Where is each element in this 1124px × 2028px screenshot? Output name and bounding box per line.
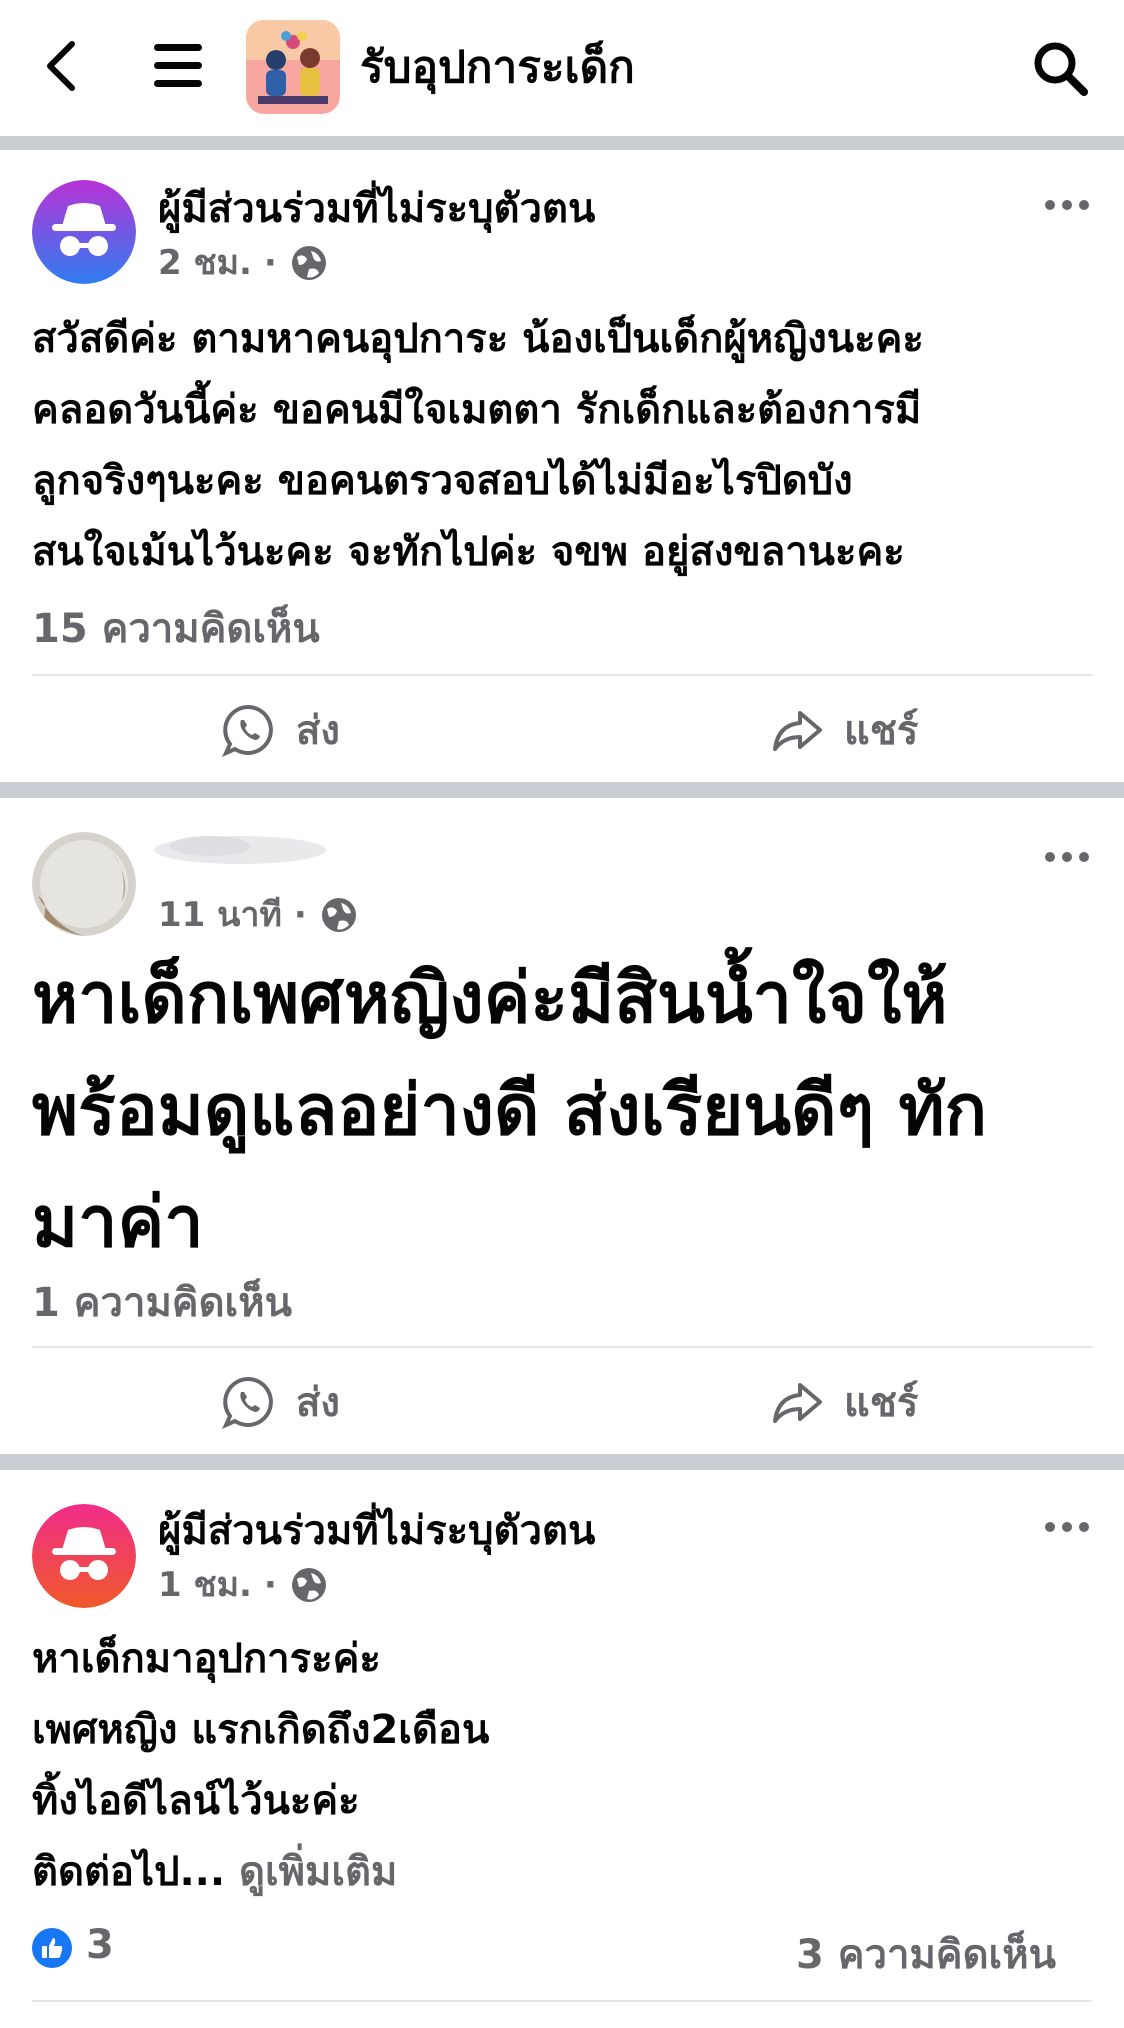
share-arrow-icon [773,711,822,751]
more-options-icon[interactable] [1044,850,1090,864]
globe-icon [291,1568,326,1602]
blurred-author-name[interactable] [150,828,330,872]
meta-separator: · [293,895,307,935]
comments-count[interactable]: 15 ความคิดเห็น [32,596,320,660]
meta-separator: · [263,1565,277,1605]
anonymous-avatar-icon[interactable] [32,180,136,284]
share-arrow-icon [773,1383,822,1423]
divider [32,2000,1092,2002]
profile-avatar[interactable] [32,832,136,936]
share-button[interactable]: แชร์ [770,698,918,762]
see-more-link[interactable]: ดูเพิ่มเติม [239,1849,397,1895]
thumbs-up-icon [42,1938,63,1958]
divider [32,1346,1092,1348]
search-icon[interactable] [1032,40,1088,96]
share-label: แชร์ [844,708,919,754]
globe-icon [321,898,356,932]
like-count[interactable]: 3 [86,1922,114,1968]
post-2: 11 นาที · หาเด็กเพศหญิงค่ะมีสินน้ำใจให้ … [0,798,1124,1454]
post-time[interactable]: 11 นาที [158,892,282,938]
divider [32,674,1092,676]
top-bar: รับอุปการะเด็ก [0,0,1124,136]
whatsapp-icon [222,1376,273,1429]
more-options-icon[interactable] [1044,1520,1090,1534]
post-3: ผู้มีส่วนร่วมที่ไม่ระบุตัวตน 1 ชม. · หาเ… [0,1470,1124,2028]
post-time[interactable]: 2 ชม. [158,240,252,286]
post-body: หาเด็กมาอุปการะค่ะ เพศหญิง แรกเกิดถึง2เด… [32,1624,1092,1908]
group-cover-thumbnail[interactable] [246,20,340,114]
more-options-icon[interactable] [1044,198,1090,212]
share-button[interactable]: แชร์ [770,1370,918,1434]
anonymous-avatar-icon[interactable] [32,1504,136,1608]
comments-count[interactable]: 1 ความคิดเห็น [32,1270,292,1334]
section-separator [0,136,1124,150]
send-label: ส่ง [296,708,340,754]
post-meta: 11 นาที · [158,892,359,938]
post-author[interactable]: ผู้มีส่วนร่วมที่ไม่ระบุตัวตน [158,1504,595,1558]
post-author[interactable]: ผู้มีส่วนร่วมที่ไม่ระบุตัวตน [158,182,595,236]
post-meta: 1 ชม. · [158,1562,329,1608]
send-button[interactable]: ส่ง [222,1370,340,1434]
hamburger-menu-icon[interactable] [150,40,206,92]
send-label: ส่ง [296,1380,340,1426]
whatsapp-icon [222,704,273,757]
post-body: สวัสดีค่ะ ตามหาคนอุปการะ น้องเป็นเด็กผู้… [32,316,924,575]
send-button[interactable]: ส่ง [222,698,340,762]
group-title[interactable]: รับอุปการะเด็ก [360,38,635,98]
post-meta: 2 ชม. · [158,240,329,286]
chevron-left-icon[interactable] [38,36,88,96]
comments-count[interactable]: 3 ความคิดเห็น [796,1922,1056,1986]
post-time[interactable]: 1 ชม. [158,1562,252,1608]
section-separator [0,782,1124,798]
globe-icon [291,246,326,280]
share-label: แชร์ [844,1380,919,1426]
post-1: ผู้มีส่วนร่วมที่ไม่ระบุตัวตน 2 ชม. · สวั… [0,150,1124,782]
meta-separator: · [263,243,277,283]
post-body: หาเด็กเพศหญิงค่ะมีสินน้ำใจให้ พร้อมดูแลอ… [32,957,988,1263]
like-reaction-icon[interactable] [32,1928,72,1968]
section-separator [0,1454,1124,1470]
